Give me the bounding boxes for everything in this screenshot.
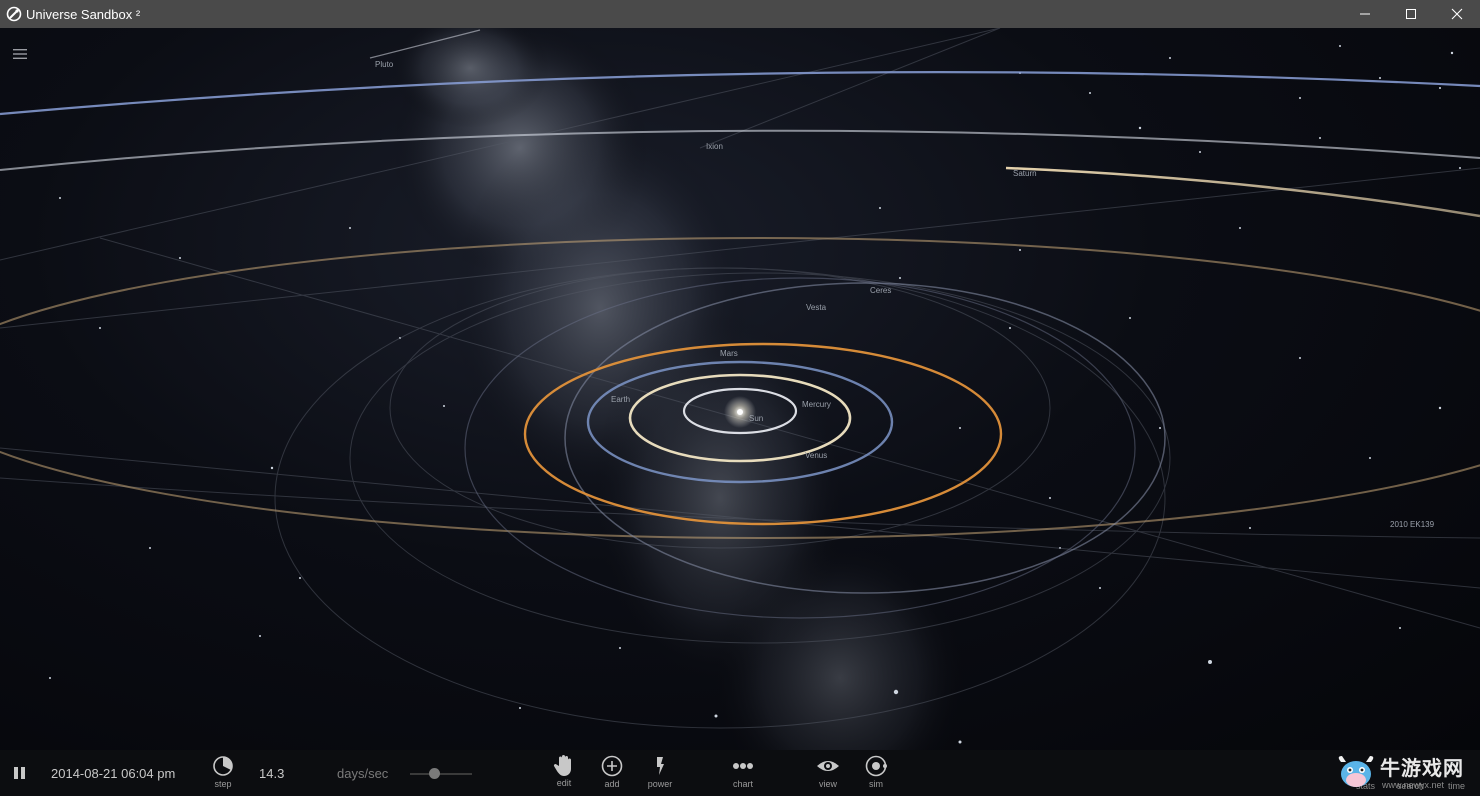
- hamburger-icon: [13, 49, 27, 59]
- title-bar: Universe Sandbox ²: [0, 0, 1480, 28]
- sim-label: sim: [869, 779, 883, 789]
- view-button[interactable]: view: [812, 755, 844, 789]
- add-label: add: [604, 779, 620, 789]
- maximize-button[interactable]: [1388, 0, 1434, 28]
- outer-blue-orbit: [0, 71, 1480, 116]
- close-button[interactable]: [1434, 0, 1480, 28]
- window-controls: [1342, 0, 1480, 28]
- speed-value[interactable]: 14.3: [259, 766, 284, 781]
- chart-label: chart: [732, 779, 753, 789]
- step-icon: [213, 756, 233, 776]
- maximize-icon: [1406, 9, 1416, 19]
- pause-button[interactable]: [12, 766, 28, 780]
- sim-orbit-icon: [865, 755, 887, 777]
- label-mars[interactable]: Mars: [720, 349, 738, 358]
- outer-white-orbit: [0, 129, 1480, 171]
- cow-mascot-logo-icon: [1338, 756, 1374, 787]
- label-saturn[interactable]: Saturn: [1013, 169, 1037, 178]
- step-button[interactable]: step: [208, 755, 238, 789]
- chart-dots-icon: [733, 763, 753, 769]
- sim-button[interactable]: sim: [861, 755, 891, 789]
- edit-button[interactable]: edit: [549, 754, 579, 788]
- label-earth[interactable]: Earth: [611, 395, 630, 404]
- label-ceres[interactable]: Ceres: [870, 286, 891, 295]
- plus-circle-icon: [601, 755, 623, 777]
- label-venus[interactable]: Venus: [805, 451, 827, 460]
- sun-body[interactable]: [737, 409, 743, 415]
- app-window: Universe Sandbox ² Pluto Ixion Saturn Ce…: [0, 0, 1480, 796]
- add-button[interactable]: add: [597, 755, 627, 789]
- space-scene: Pluto Ixion Saturn Ceres Vesta Mars Eart…: [0, 28, 1480, 750]
- chart-button[interactable]: chart: [726, 755, 760, 789]
- speed-slider-track[interactable]: [410, 773, 472, 775]
- label-mercury[interactable]: Mercury: [802, 400, 831, 409]
- sim-datetime: 2014-08-21 06:04 pm: [51, 766, 176, 781]
- lightning-icon: [657, 757, 664, 775]
- hamburger-menu-button[interactable]: [12, 46, 30, 62]
- label-pluto[interactable]: Pluto: [375, 60, 394, 69]
- label-sun[interactable]: Sun: [749, 414, 763, 423]
- eye-icon: [817, 761, 839, 771]
- watermark: 牛游戏网 www.newyx.net: [1332, 750, 1478, 796]
- hand-icon: [553, 755, 571, 776]
- pause-icon: [14, 767, 25, 779]
- minimize-icon: [1360, 13, 1370, 15]
- close-icon: [1451, 8, 1463, 20]
- label-2010-ek139[interactable]: 2010 EK139: [1390, 520, 1435, 529]
- minimize-button[interactable]: [1342, 0, 1388, 28]
- step-label: step: [214, 779, 232, 789]
- label-vesta[interactable]: Vesta: [806, 303, 827, 312]
- universe-sandbox-logo-icon: [6, 6, 22, 22]
- speed-slider-handle[interactable]: [429, 768, 441, 779]
- bottom-toolbar: 2014-08-21 06:04 pm step 14.3 days/sec e…: [0, 750, 1480, 796]
- watermark-url: www.newyx.net: [1382, 780, 1445, 790]
- simulation-viewport[interactable]: Pluto Ixion Saturn Ceres Vesta Mars Eart…: [0, 28, 1480, 750]
- power-button[interactable]: power: [645, 755, 675, 789]
- speed-unit[interactable]: days/sec: [337, 766, 388, 781]
- watermark-brand: 牛游戏网: [1380, 756, 1464, 780]
- label-ixion[interactable]: Ixion: [706, 142, 723, 151]
- window-title: Universe Sandbox ²: [26, 6, 141, 22]
- edit-label: edit: [556, 778, 572, 788]
- power-label: power: [647, 779, 673, 789]
- view-label: view: [818, 779, 837, 789]
